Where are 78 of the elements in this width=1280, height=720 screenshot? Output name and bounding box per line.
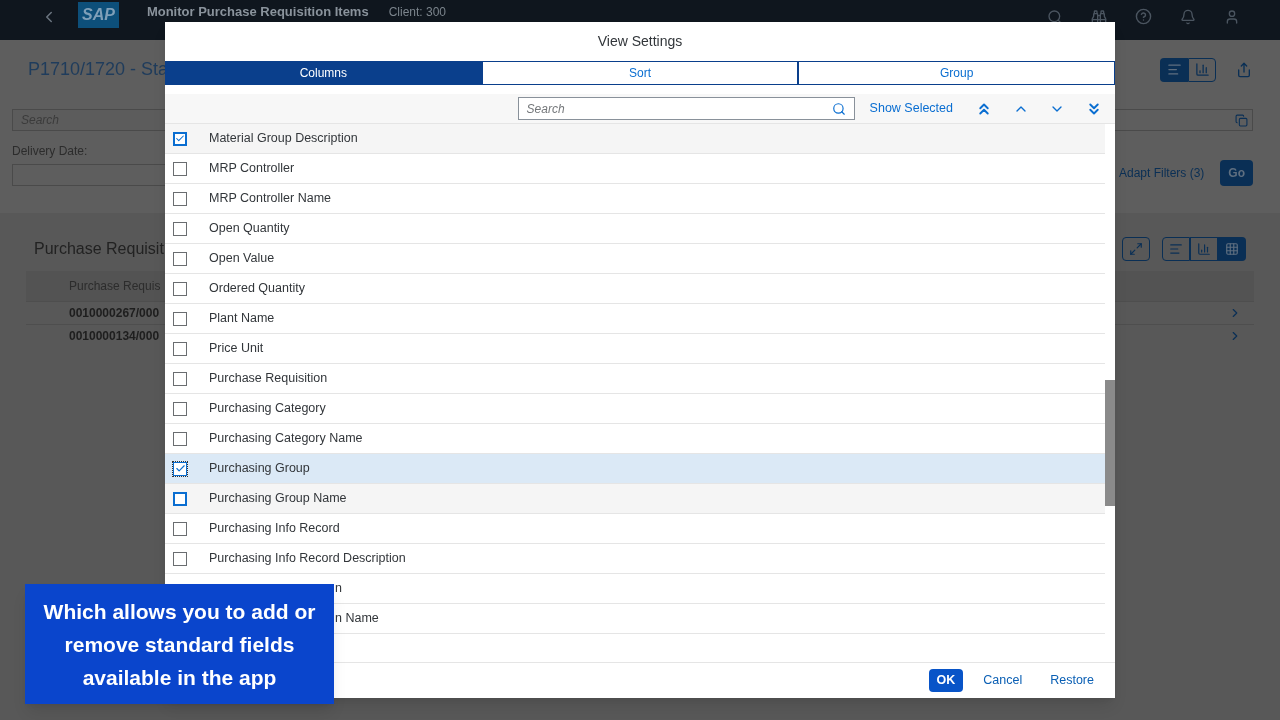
item-label: Material Group Description <box>209 130 358 148</box>
list-icon <box>1166 62 1182 77</box>
help-icon[interactable] <box>1135 8 1152 25</box>
table-button[interactable] <box>1218 237 1246 261</box>
column-list-item[interactable]: Purchasing Category <box>165 394 1105 424</box>
checkbox[interactable] <box>173 521 187 536</box>
column-list-item[interactable]: Purchasing Group Name <box>165 484 1105 514</box>
item-label: n Name <box>335 610 379 628</box>
app-title[interactable]: Monitor Purchase Requisition Items <box>146 4 369 20</box>
item-label: n <box>335 580 342 598</box>
table-cell-text: 0010000134/000 <box>69 328 160 345</box>
fullscreen-icon <box>1129 242 1143 256</box>
grid-icon <box>1225 242 1239 256</box>
column-list-item[interactable]: Purchasing Category Name <box>165 424 1105 454</box>
item-label: Open Quantity <box>209 220 290 238</box>
item-label: Purchasing Category Name <box>209 430 363 448</box>
item-label: Ordered Quantity <box>209 280 305 298</box>
checkbox[interactable] <box>173 431 187 446</box>
check-icon <box>174 463 186 474</box>
bar-chart-icon <box>1194 62 1210 77</box>
item-label: Purchase Requisition <box>209 370 328 388</box>
binoculars-icon[interactable] <box>1091 8 1107 25</box>
check-icon <box>175 133 185 144</box>
column-list-item[interactable]: Ordered Quantity <box>165 274 1105 304</box>
checkbox[interactable] <box>173 281 187 296</box>
item-label: Price Unit <box>209 340 264 358</box>
column-list-item[interactable]: Purchasing Info Record Description <box>165 544 1105 574</box>
column-list-item[interactable]: Open Value <box>165 244 1105 274</box>
column-list-item[interactable]: Plant Name <box>165 304 1105 334</box>
checkbox[interactable] <box>173 131 187 146</box>
checkbox[interactable] <box>173 341 187 356</box>
item-label: Open Value <box>209 250 275 268</box>
date-field[interactable] <box>12 163 168 186</box>
checkbox[interactable] <box>173 251 187 266</box>
dialog-button[interactable]: OK <box>928 669 964 692</box>
dialog-title: View Settings <box>597 31 683 51</box>
show-selected-button[interactable]: Show Selected <box>869 99 953 118</box>
column-list-item[interactable]: Purchasing Group <box>165 454 1105 484</box>
column-list-item[interactable]: Material Group Description <box>165 124 1105 154</box>
user-icon[interactable] <box>1224 8 1240 25</box>
checkbox[interactable] <box>173 461 187 476</box>
bell-icon[interactable] <box>1180 8 1196 25</box>
filter-field[interactable] <box>1113 109 1253 131</box>
table-cell-text: 0010000267/000 <box>69 305 160 322</box>
search-icon[interactable] <box>1047 8 1063 25</box>
tab[interactable]: Group <box>798 61 1115 85</box>
tab[interactable]: Sort <box>481 61 799 85</box>
item-label: Purchasing Category <box>209 400 326 418</box>
item-label: MRP Controller Name <box>209 190 332 208</box>
checkbox[interactable] <box>173 221 187 236</box>
column-list-item[interactable]: Price Unit <box>165 334 1105 364</box>
checkbox[interactable] <box>173 551 187 566</box>
checkbox[interactable] <box>173 401 187 416</box>
checkbox[interactable] <box>173 371 187 386</box>
column-list-item[interactable]: MRP Controller <box>165 154 1105 184</box>
client-label: Client: 300 <box>388 5 447 20</box>
bar-chart-icon <box>1197 242 1211 256</box>
table-chart-icon <box>1169 242 1183 256</box>
dialog-button[interactable]: Restore <box>1042 669 1102 692</box>
caption-text: Which allows you to add or remove standard fields available in the app <box>42 598 317 691</box>
checkbox[interactable] <box>173 491 187 506</box>
item-label: Purchasing Info Record <box>209 520 340 538</box>
search-field[interactable]: Search <box>517 97 855 120</box>
checkbox[interactable] <box>173 191 187 206</box>
item-label: Purchasing Group <box>209 460 310 478</box>
dialog-button[interactable]: Cancel <box>975 669 1031 692</box>
column-list-item[interactable]: MRP Controller Name <box>165 184 1105 214</box>
column-list-item[interactable]: Purchase Requisition <box>165 364 1105 394</box>
checkbox[interactable] <box>173 311 187 326</box>
item-label: Purchasing Group Name <box>209 490 347 508</box>
item-label: Purchasing Info Record Description <box>209 550 406 568</box>
column-list-item[interactable]: Open Quantity <box>165 214 1105 244</box>
logo: SAP <box>78 2 119 28</box>
tab[interactable]: Columns <box>165 61 482 85</box>
checkbox[interactable] <box>173 161 187 176</box>
column-list-item[interactable]: Purchasing Info Record <box>165 514 1105 544</box>
item-label: Plant Name <box>209 310 275 328</box>
item-label: MRP Controller <box>209 160 295 178</box>
